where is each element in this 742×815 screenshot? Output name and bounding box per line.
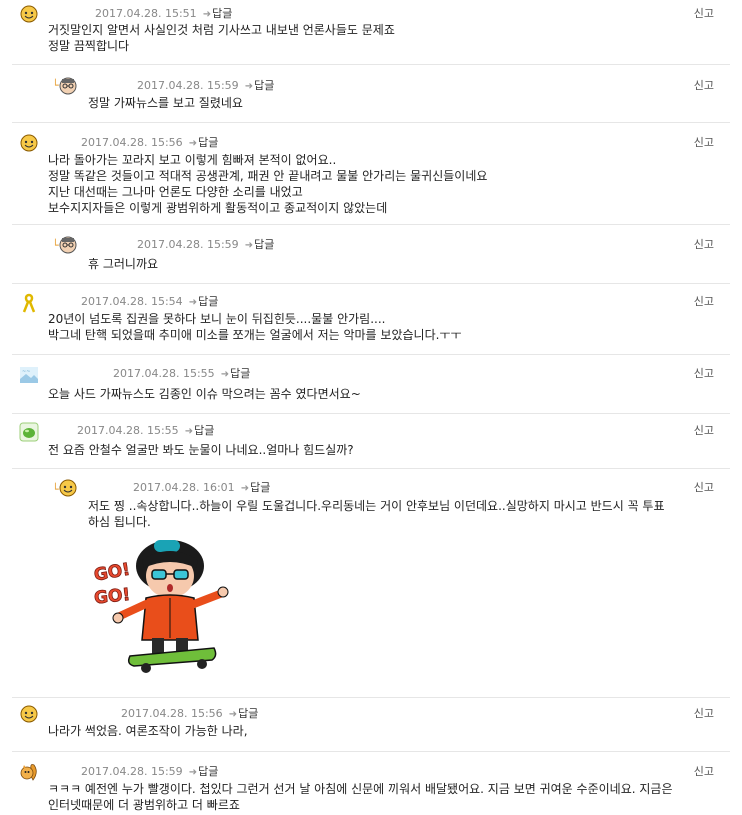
reply-link[interactable]: ➜답글 (245, 238, 275, 251)
squirrel-avatar-icon[interactable] (19, 762, 39, 782)
comment-meta: 2017.04.28. 16:01 ➜답글 (133, 481, 270, 496)
smiley-avatar-icon[interactable] (19, 704, 39, 724)
reply-arrow-icon: ➜ (184, 426, 194, 437)
reply-arrow-icon: ➜ (188, 297, 198, 308)
comment-text: 20년이 넘도록 집권을 못하다 보니 눈이 뒤집힌듯....물불 안가림...… (48, 312, 462, 342)
reply-link[interactable]: ➜답글 (189, 295, 219, 308)
divider (12, 354, 730, 355)
reply-label: 답글 (230, 367, 251, 380)
divider (12, 122, 730, 123)
reply-arrow-icon: ➜ (228, 709, 238, 720)
comment-meta: 2017.04.28. 15:59 ➜답글 (137, 238, 274, 253)
reply-arrow-icon: ➜ (188, 767, 198, 778)
scenery-avatar-icon[interactable]: ~~ (19, 365, 39, 385)
comment-date: 2017.04.28. 15:56 (121, 707, 223, 720)
comment-meta: 2017.04.28. 15:59 ➜답글 (137, 79, 274, 94)
report-link[interactable]: 신고 (694, 136, 714, 150)
divider (12, 64, 730, 65)
reply-arrow-icon: ➜ (244, 240, 254, 251)
comment-meta: 2017.04.28. 15:54 ➜답글 (81, 295, 218, 310)
comment-text: 저도 찡 ..속상합니다..하늘이 우릴 도울겁니다.우리동네는 거이 안후보님… (88, 499, 665, 529)
reply-label: 답글 (198, 136, 219, 149)
comment-text: 나라 돌아가는 꼬라지 보고 이렇게 힘빠져 본적이 없어요.. 정말 똑같은 … (48, 153, 488, 215)
reply-link[interactable]: ➜답글 (245, 79, 275, 92)
comment-text: ㅋㅋㅋ 예전엔 누가 빨갱이다. 첩있다 그런거 선거 날 아침에 신문에 끼워… (48, 782, 673, 812)
reply-link[interactable]: ➜답글 (189, 136, 219, 149)
report-link[interactable]: 신고 (694, 79, 714, 93)
divider (12, 413, 730, 414)
green-avatar-icon[interactable] (19, 422, 39, 442)
reply-label: 답글 (250, 481, 271, 494)
comment-date: 2017.04.28. 15:55 (113, 367, 215, 380)
reply-arrow-icon: ➜ (220, 369, 230, 380)
smiley-avatar-icon[interactable] (19, 4, 39, 24)
reply-arrow-icon: ➜ (244, 81, 254, 92)
comment-text: 오늘 사드 가짜뉴스도 김종인 이슈 막으려는 꼼수 였다면서요~ (48, 387, 361, 401)
divider (12, 751, 730, 752)
comment-meta: 2017.04.28. 15:55 ➜답글 (113, 367, 250, 382)
reply-label: 답글 (198, 295, 219, 308)
comment-date: 2017.04.28. 15:59 (137, 79, 239, 92)
comment-meta: 2017.04.28. 15:56 ➜답글 (121, 707, 258, 722)
reply-link[interactable]: ➜답글 (185, 424, 215, 437)
reply-link[interactable]: ➜답글 (203, 7, 233, 20)
smiley-avatar-icon[interactable] (58, 478, 78, 498)
reply-arrow-icon: ➜ (240, 483, 250, 494)
report-link[interactable]: 신고 (694, 238, 714, 252)
comment-date: 2017.04.28. 16:01 (133, 481, 235, 494)
reply-label: 답글 (198, 765, 219, 778)
divider (12, 697, 730, 698)
reply-arrow-icon: ➜ (188, 138, 198, 149)
reply-label: 답글 (212, 7, 233, 20)
comment-date: 2017.04.28. 15:55 (77, 424, 179, 437)
comment-text: 나라가 썩었음. 여론조작이 가능한 나라, (48, 724, 248, 738)
comment-text: 전 요즘 안철수 얼굴만 봐도 눈물이 나네요..얼마나 힘드실까? (48, 443, 354, 457)
comment-text: 휴 그러니까요 (88, 257, 159, 271)
comment-date: 2017.04.28. 15:51 (95, 7, 197, 20)
divider (12, 468, 730, 469)
report-link[interactable]: 신고 (694, 7, 714, 21)
comment-date: 2017.04.28. 15:59 (137, 238, 239, 251)
comment-meta: 2017.04.28. 15:55 ➜답글 (77, 424, 214, 439)
svg-text:~~: ~~ (22, 369, 30, 375)
skateboard-sticker-icon: GO! GO! (92, 540, 229, 673)
reply-label: 답글 (254, 79, 275, 92)
reply-label: 답글 (238, 707, 259, 720)
glasses-avatar-icon[interactable] (58, 76, 78, 96)
reply-link[interactable]: ➜답글 (221, 367, 251, 380)
report-link[interactable]: 신고 (694, 367, 714, 381)
comment-date: 2017.04.28. 15:54 (81, 295, 183, 308)
report-link[interactable]: 신고 (694, 481, 714, 495)
reply-label: 답글 (194, 424, 215, 437)
comment-date: 2017.04.28. 15:56 (81, 136, 183, 149)
report-link[interactable]: 신고 (694, 707, 714, 721)
comment-text: 정말 가짜뉴스를 보고 질렸네요 (88, 96, 243, 110)
report-link[interactable]: 신고 (694, 295, 714, 309)
reply-label: 답글 (254, 238, 275, 251)
comment-meta: 2017.04.28. 15:59 ➜답글 (81, 765, 218, 780)
svg-text:GO!: GO! (93, 585, 131, 609)
reply-link[interactable]: ➜답글 (241, 481, 271, 494)
comment-meta: 2017.04.28. 15:56 ➜답글 (81, 136, 218, 151)
glasses-avatar-icon[interactable] (58, 235, 78, 255)
divider (12, 224, 730, 225)
report-link[interactable]: 신고 (694, 765, 714, 779)
comment-date: 2017.04.28. 15:59 (81, 765, 183, 778)
report-link[interactable]: 신고 (694, 424, 714, 438)
reply-link[interactable]: ➜답글 (229, 707, 259, 720)
comment-text: 거짓말인지 알면서 사실인것 처럼 기사쓰고 내보낸 언론사들도 문제죠 정말 … (48, 23, 395, 53)
reply-link[interactable]: ➜답글 (189, 765, 219, 778)
yellow-ribbon-icon[interactable] (19, 293, 39, 313)
divider (12, 283, 730, 284)
comment-meta: 2017.04.28. 15:51 ➜답글 (95, 7, 232, 22)
reply-arrow-icon: ➜ (202, 9, 212, 20)
svg-text:GO!: GO! (93, 560, 132, 586)
smiley-avatar-icon[interactable] (19, 133, 39, 153)
